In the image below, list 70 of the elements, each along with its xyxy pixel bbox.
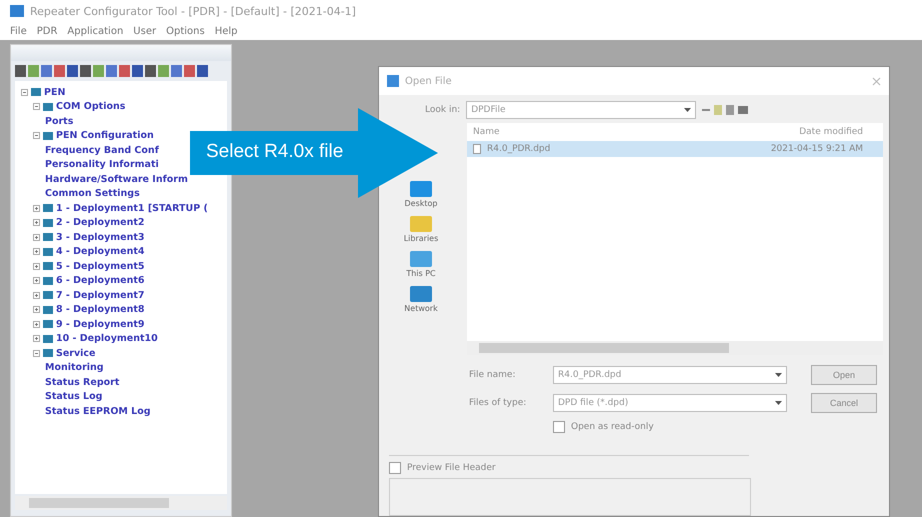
tree-item[interactable]: Monitoring [45, 362, 104, 374]
computer-icon [409, 249, 433, 269]
folder-icon [409, 214, 433, 234]
collapse-icon[interactable] [33, 103, 40, 110]
tree-item[interactable]: 5 - Deployment5 [56, 260, 145, 272]
app-icon [387, 75, 399, 87]
checkbox[interactable] [389, 462, 401, 474]
tree-item[interactable]: Common Settings [45, 188, 140, 200]
tree-item[interactable]: 1 - Deployment1 [STARTUP ( [56, 202, 208, 214]
places-item[interactable]: This PC [406, 249, 436, 278]
callout-label: Select R4.0x file [190, 131, 360, 175]
caret-icon [684, 108, 692, 112]
expand-icon[interactable] [33, 277, 40, 284]
collapse-icon[interactable] [33, 350, 40, 357]
tree-item[interactable]: Ports [45, 116, 74, 127]
tree-item[interactable]: 9 - Deployment9 [56, 318, 145, 330]
places-item[interactable]: Network [404, 284, 438, 313]
expand-icon[interactable] [33, 320, 40, 328]
checkbox-label: Open as read-only [571, 422, 654, 432]
field-label: Files of type: [469, 398, 528, 408]
tree-item[interactable]: Personality Informati [45, 159, 159, 170]
window-title: Repeater Configurator Tool - [PDR] - [Default] - [2021-04-1] [30, 4, 356, 18]
caret-icon [775, 373, 782, 377]
tree-item[interactable]: 10 - Deployment10 [56, 333, 158, 344]
tree-item[interactable]: PEN Configuration [56, 130, 154, 142]
network-icon [409, 284, 433, 304]
expand-icon[interactable] [33, 292, 40, 299]
tree-item[interactable]: Status EEPROM Log [45, 406, 151, 417]
tree-item[interactable]: Frequency Band Conf [45, 144, 159, 156]
expand-icon[interactable] [33, 306, 40, 314]
expand-icon[interactable] [33, 248, 40, 256]
menu-item[interactable]: Help [214, 26, 238, 36]
tree-item[interactable]: 3 - Deployment3 [56, 232, 145, 243]
scrollbar[interactable] [15, 496, 227, 510]
expand-icon[interactable] [33, 335, 40, 342]
menu-item[interactable]: Options [166, 26, 205, 36]
folder-icon [43, 132, 53, 140]
places-item[interactable]: Desktop [404, 179, 438, 208]
menu-item[interactable]: PDR [36, 26, 58, 36]
tree-item[interactable]: 4 - Deployment4 [56, 246, 145, 258]
app-icon [10, 5, 24, 17]
tree-item[interactable]: 6 - Deployment6 [56, 275, 145, 286]
tree-item[interactable]: 7 - Deployment7 [56, 290, 145, 301]
tree-item[interactable]: 8 - Deployment8 [56, 304, 145, 316]
menu-item[interactable]: Application [67, 26, 124, 36]
tree-item[interactable]: PEN [44, 86, 66, 98]
navigation-icons-drawing[interactable] [702, 104, 748, 116]
tree-item[interactable]: Hardware/Software Inform [45, 174, 188, 185]
collapse-icon[interactable] [21, 88, 28, 96]
tree-item[interactable]: Service [56, 348, 96, 359]
menu-item[interactable]: File [10, 26, 27, 36]
checkbox[interactable] [553, 421, 565, 433]
field-label: Look in: [425, 105, 460, 115]
tree-item[interactable]: Status Log [45, 391, 102, 402]
expand-icon[interactable] [33, 204, 40, 212]
places-item[interactable]: Libraries [404, 214, 438, 243]
file-icon [473, 144, 481, 154]
caret-icon [775, 401, 782, 405]
expand-icon[interactable] [33, 219, 40, 226]
expand-icon[interactable] [33, 262, 40, 270]
tree-item[interactable]: Status Report [45, 376, 120, 388]
expand-icon[interactable] [33, 234, 40, 241]
field-label: File name: [469, 370, 516, 380]
desktop-icon [409, 179, 433, 199]
dialog-title: Open File [405, 76, 453, 86]
tree-item[interactable]: 2 - Deployment2 [56, 217, 145, 228]
collapse-icon[interactable] [33, 132, 40, 140]
checkbox-label: Preview File Header [407, 463, 496, 473]
tree-item[interactable]: COM Options [56, 101, 126, 112]
menu-item[interactable]: User [133, 26, 156, 36]
